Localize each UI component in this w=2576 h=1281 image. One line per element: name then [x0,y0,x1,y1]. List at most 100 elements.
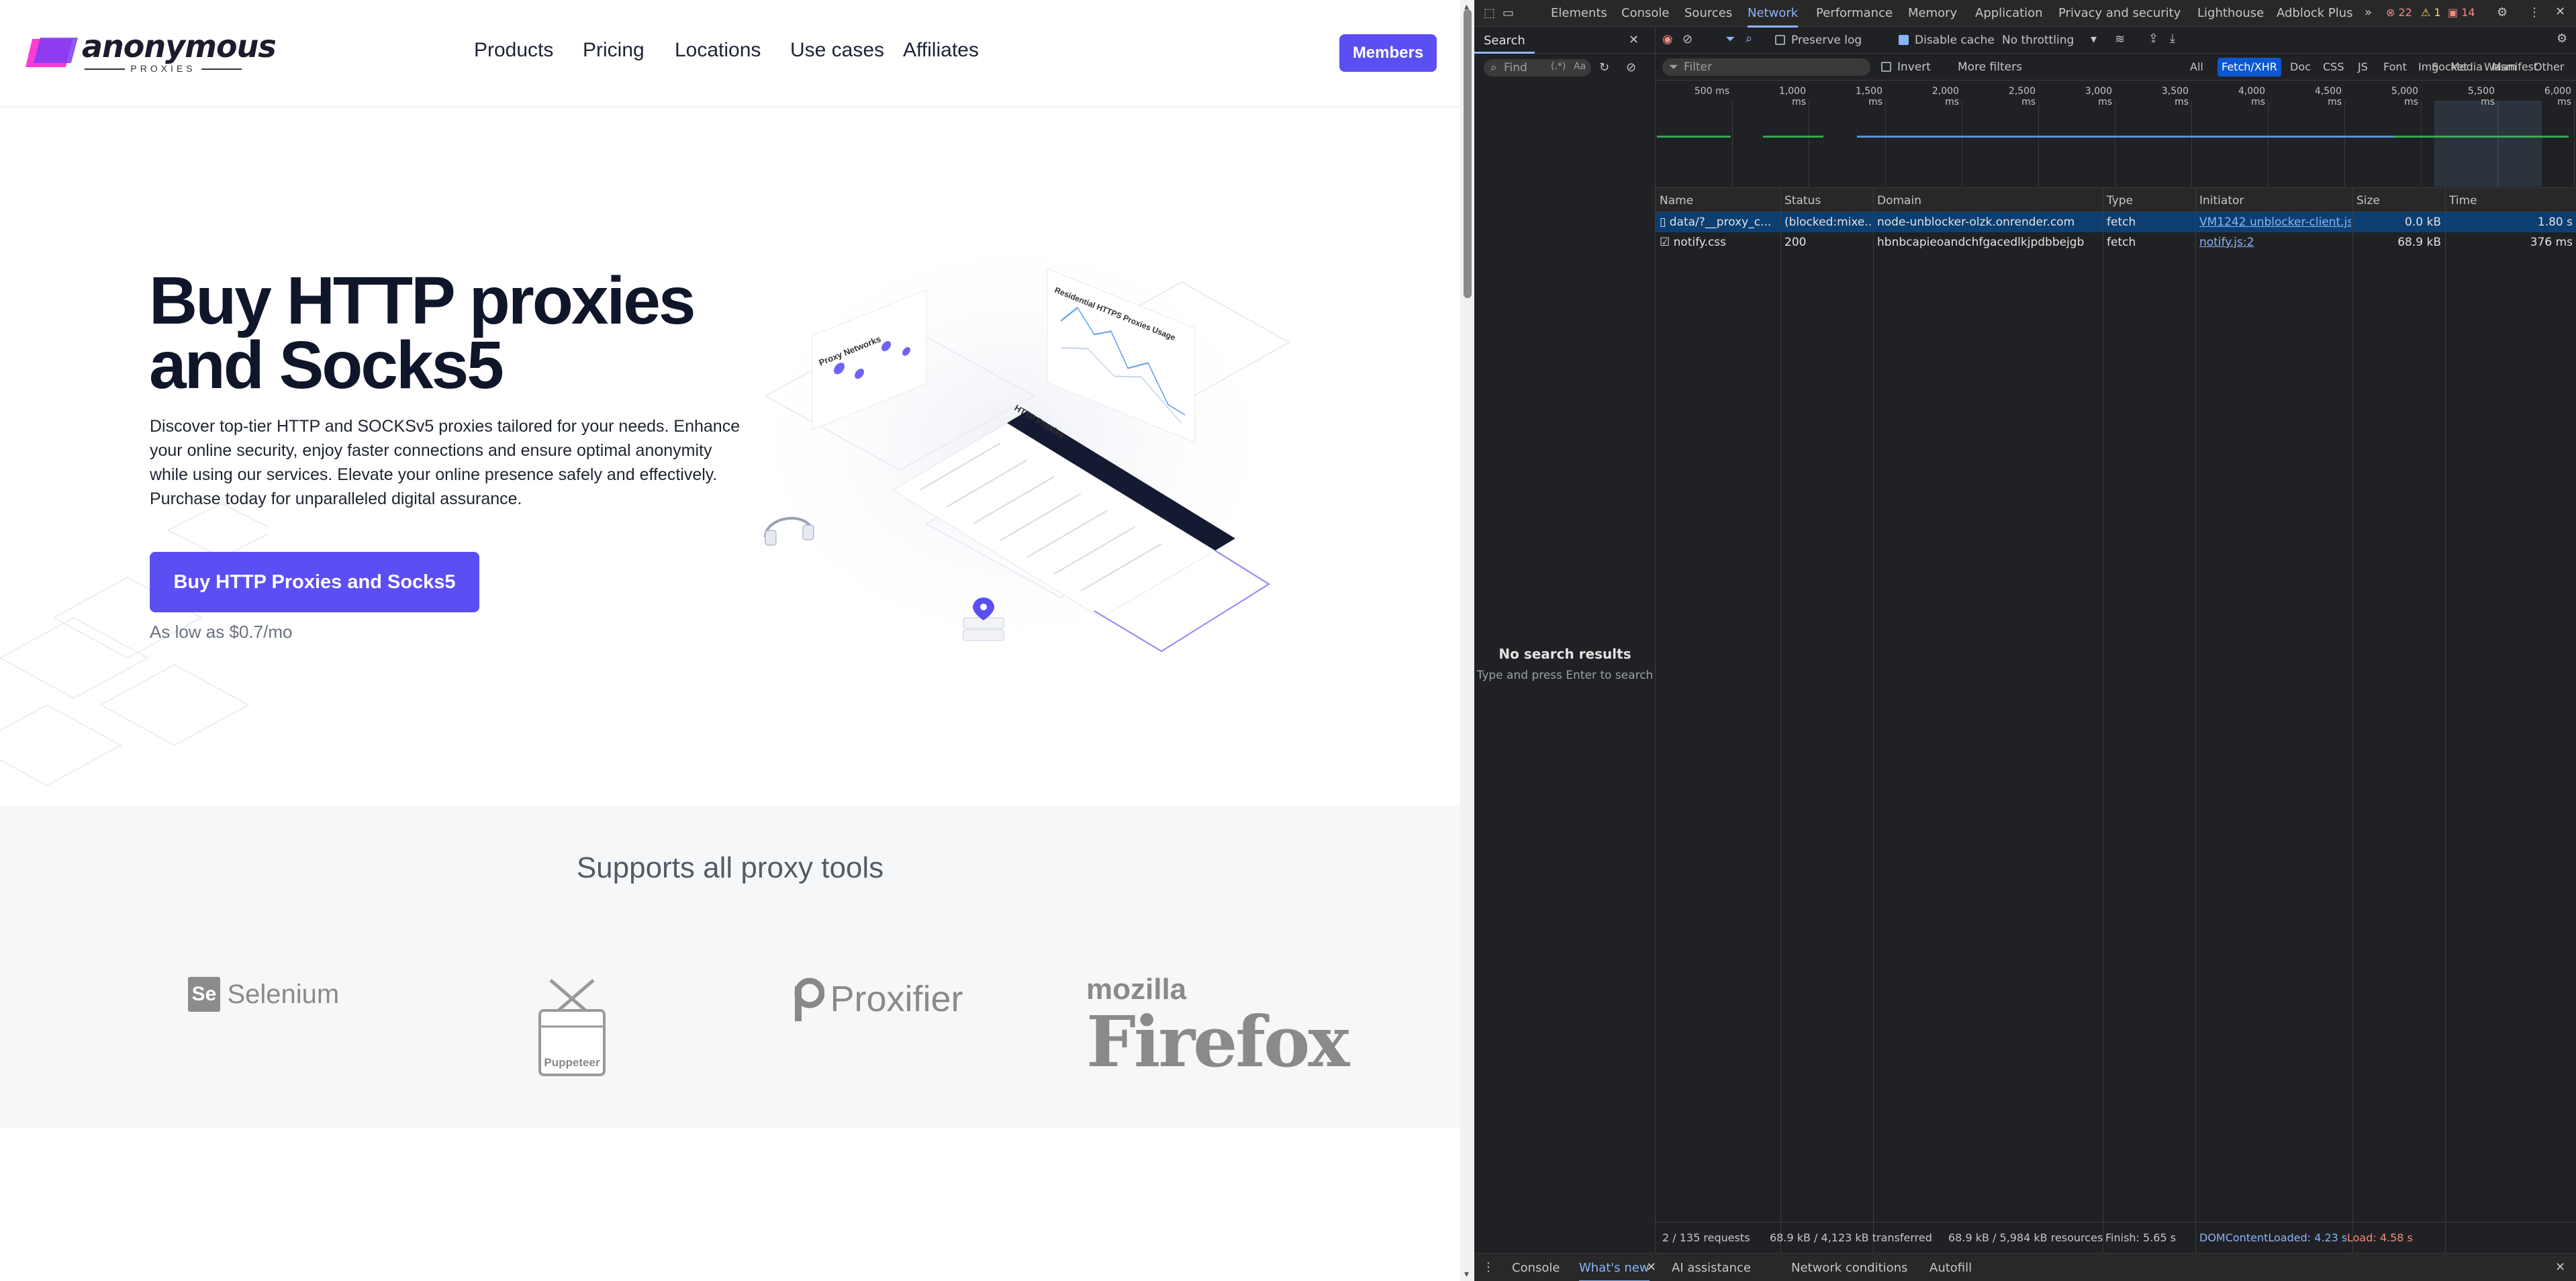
table-row[interactable]: ☑ notify.css 200 hbnbcapieoandchfgacedlk… [1656,232,2576,252]
col-name[interactable]: Name [1660,194,1693,207]
timeline-gridline [1732,101,1733,187]
tab-lighthouse[interactable]: Lighthouse [2197,6,2264,20]
network-settings-icon[interactable]: ⚙ [2557,32,2567,46]
initiator-link[interactable]: VM1242 unblocker-client.js:1 [2199,216,2351,229]
filter-all[interactable]: All [2186,58,2207,77]
filter-other[interactable]: Other [2530,58,2568,77]
timeline-gridline [2038,101,2039,187]
chevron-down-icon[interactable]: ▾ [2091,32,2097,46]
hero-title: Buy HTTP proxies and Socks5 [149,263,696,403]
match-case-toggle[interactable]: Aa [1574,61,1586,72]
col-status[interactable]: Status [1784,194,1821,207]
timeline-activity-bar [1657,136,1731,138]
more-filters-dropdown[interactable]: More filters [1958,60,2022,74]
logo-mark-icon [26,38,78,67]
throttling-select[interactable]: No throttling [2002,34,2074,47]
settings-icon[interactable]: ⚙ [2497,5,2508,19]
drawer-tab-autofill[interactable]: Autofill [1929,1261,1972,1275]
timeline-gridline [2268,101,2269,187]
export-har-icon[interactable]: ⤓ [2170,32,2175,46]
close-search-icon[interactable]: ✕ [1629,33,1639,47]
timeline-tick-label: 4,000 ms [2238,86,2265,107]
drawer-tab-whats-new[interactable]: What's new [1579,1261,1650,1281]
disable-cache-checkbox[interactable] [1899,35,1909,45]
record-icon[interactable]: ◉ [1662,32,1673,46]
tab-memory[interactable]: Memory [1908,6,1957,20]
scroll-up-icon[interactable]: ▴ [1464,1,1471,11]
more-tabs-icon[interactable]: » [2365,5,2372,19]
tab-adblock-plus[interactable]: Adblock Plus [2277,6,2353,20]
members-button[interactable]: Members [1339,34,1437,72]
drawer-tab-ai-assistance[interactable]: AI assistance [1672,1261,1751,1275]
web-page: anonymous PROXIES Products Pricing Locat… [0,0,1474,1281]
network-panel: ◉ ⊘ ⏷ ⌕ Preserve log Disable cache No th… [1656,27,2576,1253]
proxifier-icon [792,977,825,1021]
error-count[interactable]: ⊗ 22 [2386,6,2412,19]
scroll-down-icon[interactable]: ▾ [1464,1269,1471,1278]
network-filter-input[interactable]: ⏷ Filter [1662,58,1870,76]
tab-network[interactable]: Network [1748,6,1799,28]
scroll-thumb[interactable] [1464,9,1472,298]
filter-socket[interactable]: Socket [2428,58,2472,77]
col-size[interactable]: Size [2356,194,2380,207]
buy-proxies-button[interactable]: Buy HTTP Proxies and Socks5 [150,552,479,612]
network-overview-timeline[interactable]: 500 ms 1,000 ms 1,500 ms 2,000 ms 2,500 ms 3,… [1656,81,2576,188]
refresh-search-icon[interactable]: ↻ [1599,60,1609,75]
drawer-tab-network-conditions[interactable]: Network conditions [1791,1261,1907,1275]
nav-affiliates[interactable]: Affiliates [903,39,979,62]
initiator-link[interactable]: notify.js:2 [2199,236,2351,249]
filter-js[interactable]: JS [2354,58,2372,77]
regex-toggle[interactable]: (.*) [1551,61,1566,72]
preserve-log-checkbox[interactable] [1775,35,1785,45]
filter-fetch-xhr[interactable]: Fetch/XHR [2217,58,2281,77]
kebab-menu-icon[interactable]: ⋮ [2528,5,2540,19]
nav-locations[interactable]: Locations [675,39,761,62]
nav-pricing[interactable]: Pricing [583,39,645,62]
network-request-table: Name Status Domain Type Initiator Size T… [1656,188,2576,1253]
close-devtools-icon[interactable]: ✕ [2555,5,2565,19]
timeline-tick-label: 2,500 ms [2008,86,2036,107]
drawer-tab-console[interactable]: Console [1512,1261,1560,1275]
network-conditions-icon[interactable]: ≋ [2115,32,2125,46]
request-count: 2 / 135 requests [1662,1231,1750,1244]
table-row[interactable]: ▯ data/?__proxy_c... (blocked:mixe... no… [1656,212,2576,232]
filter-funnel-icon: ⏷ [1669,60,1678,74]
tab-performance[interactable]: Performance [1816,6,1893,20]
warning-count[interactable]: ⚠ 1 [2421,6,2441,19]
col-initiator[interactable]: Initiator [2199,194,2244,207]
close-drawer-icon[interactable]: ✕ [2555,1260,2565,1274]
selenium-icon: Se [188,977,220,1012]
close-tab-icon[interactable]: ✕ [1646,1260,1656,1274]
filter-icon[interactable]: ⏷ [1725,32,1735,46]
search-network-icon[interactable]: ⌕ [1746,32,1752,46]
filter-font[interactable]: Font [2379,58,2411,77]
nav-products[interactable]: Products [474,39,553,62]
clear-search-icon[interactable]: ⊘ [1626,60,1636,75]
filter-doc[interactable]: Doc [2286,58,2315,77]
brand-name: anonymous [82,28,277,64]
import-har-icon[interactable]: ⇪ [2148,32,2158,46]
col-type[interactable]: Type [2107,194,2133,207]
invert-checkbox[interactable] [1881,62,1891,72]
search-find-input[interactable]: ⌕ Find (.*) Aa [1484,59,1591,77]
tab-console[interactable]: Console [1621,6,1669,20]
col-domain[interactable]: Domain [1877,194,1921,207]
issues-count[interactable]: ▣ 14 [2448,6,2475,19]
tab-sources[interactable]: Sources [1684,6,1732,20]
device-toolbar-icon[interactable]: ▭ [1502,6,1514,20]
filter-wasm[interactable]: Wasm [2480,58,2521,77]
clear-log-icon[interactable]: ⊘ [1682,32,1692,46]
drawer-menu-icon[interactable]: ⋮ [1482,1260,1494,1274]
timeline-activity-bar [1763,136,1823,138]
timeline-gridline [2191,101,2192,187]
page-scrollbar[interactable]: ▴ ▾ [1460,0,1475,1281]
inspect-element-icon[interactable]: ⬚ [1484,6,1495,20]
tab-privacy-security[interactable]: Privacy and security [2058,6,2181,20]
filter-css[interactable]: CSS [2319,58,2348,77]
search-panel-title[interactable]: Search [1484,34,1525,48]
nav-use-cases[interactable]: Use cases [790,39,884,62]
tab-elements[interactable]: Elements [1551,6,1607,20]
timeline-selection[interactable] [2434,101,2542,187]
col-time[interactable]: Time [2449,194,2477,207]
tab-application[interactable]: Application [1975,6,2043,20]
